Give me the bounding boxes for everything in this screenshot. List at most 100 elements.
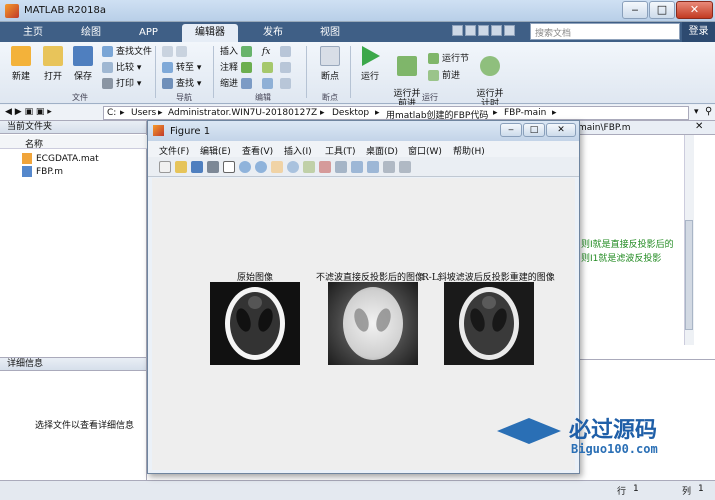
details-panel: 详细信息 选择文件以查看详细信息	[0, 357, 147, 480]
indent-button[interactable]: 缩进	[220, 77, 255, 91]
run-icon	[362, 46, 380, 66]
open-folder-icon[interactable]	[174, 161, 187, 173]
advance-button[interactable]: 前进	[428, 69, 460, 83]
watermark-url: Biguo100.com	[571, 442, 658, 456]
compare-button[interactable]: 比较 ▾	[102, 61, 141, 75]
edit-tool-icon[interactable]	[280, 61, 294, 75]
cut-icon[interactable]	[465, 25, 476, 36]
nav-back-forward-icons[interactable]: ◀ ▶ ▣ ▣ ▸	[5, 107, 52, 117]
save-button[interactable]: 保存	[68, 46, 98, 82]
tab-plots[interactable]: 绘图	[68, 24, 114, 42]
tab-publish[interactable]: 发布	[250, 24, 296, 42]
breakpoints-button[interactable]: 断点	[312, 46, 348, 82]
close-icon[interactable]: ✕	[695, 121, 703, 132]
undo-icon[interactable]	[504, 25, 515, 36]
menu-file[interactable]: 文件(F)	[159, 144, 189, 157]
scrollbar-thumb[interactable]	[685, 220, 693, 330]
pan-hand-icon[interactable]	[270, 161, 283, 173]
editor-tab[interactable]: main\FBP.m ✕	[560, 121, 715, 135]
edit-tool-icon[interactable]	[280, 45, 294, 59]
brush-icon[interactable]	[318, 161, 331, 173]
comment-button[interactable]: 注释	[220, 61, 255, 75]
open-button[interactable]: 打开	[38, 46, 68, 82]
maximize-button[interactable]: □	[649, 1, 675, 19]
new-button[interactable]: 新建	[6, 46, 36, 82]
tab-home[interactable]: 主页	[10, 24, 56, 42]
figure-close-button[interactable]: ✕	[546, 123, 576, 137]
minimize-button[interactable]: ‒	[622, 1, 648, 19]
outdent-icon[interactable]	[262, 77, 276, 91]
menu-view[interactable]: 查看(V)	[242, 144, 273, 157]
dock-icon[interactable]	[398, 161, 411, 173]
crumb-user[interactable]: Administrator.WIN7U-20180127Z	[168, 108, 317, 118]
phantom-image-original[interactable]	[210, 282, 300, 365]
figure-minimize-button[interactable]: ‒	[500, 123, 522, 137]
print-icon[interactable]	[206, 161, 219, 173]
search-docs-input[interactable]: 搜索文档	[530, 23, 680, 40]
crumb-fbp-main[interactable]: FBP-main	[504, 108, 546, 118]
edit-tool-icon[interactable]	[280, 77, 294, 91]
phantom-image-backprojection[interactable]	[328, 282, 418, 365]
watermark-logo: 必过源码 Biguo100.com	[497, 412, 697, 462]
zoom-in-icon[interactable]	[238, 161, 251, 173]
menu-insert[interactable]: 插入(I)	[284, 144, 312, 157]
fx-button[interactable]: fx	[262, 45, 270, 59]
title-bar: MATLAB R2018a ‒ □ ✕	[0, 0, 715, 22]
code-comment-line[interactable]: 则I就是直接反投影后的	[581, 237, 674, 250]
list-item[interactable]: ECGDATA.mat	[22, 153, 99, 164]
crumb-users[interactable]: Users	[131, 108, 156, 118]
cursor-icon[interactable]	[222, 161, 235, 173]
browse-folder-icon[interactable]: ⚲	[705, 106, 712, 117]
run-button[interactable]: 运行	[354, 46, 386, 82]
save-icon[interactable]	[452, 25, 463, 36]
figure-title-bar[interactable]: Figure 1 ‒ □ ✕	[148, 121, 579, 141]
col-value: 1	[698, 484, 704, 494]
column-header[interactable]: 名称	[0, 135, 147, 150]
row-value: 1	[633, 484, 639, 494]
find-files-button[interactable]: 查找文件	[102, 45, 152, 59]
path-box[interactable]: C: ▸ Users ▸ Administrator.WIN7U-2018012…	[103, 106, 689, 121]
code-comment-line[interactable]: 则I1就是滤波反投影	[581, 251, 661, 264]
menu-edit[interactable]: 编辑(E)	[200, 144, 231, 157]
panel-title: 详细信息	[0, 358, 146, 371]
tab-editor[interactable]: 编辑器	[182, 24, 238, 42]
goto-button[interactable]: 转至 ▾	[162, 61, 201, 75]
menu-window[interactable]: 窗口(W)	[408, 144, 442, 157]
legend-icon[interactable]	[366, 161, 379, 173]
paste-icon[interactable]	[491, 25, 502, 36]
nav-arrows[interactable]	[162, 45, 190, 59]
run-and-time-button[interactable]: 运行并 计时	[474, 46, 506, 109]
crumb-desktop[interactable]: Desktop	[332, 108, 369, 118]
data-cursor-icon[interactable]	[302, 161, 315, 173]
rotate-icon[interactable]	[286, 161, 299, 173]
find-button[interactable]: 查找 ▾	[162, 77, 201, 91]
menu-help[interactable]: 帮助(H)	[453, 144, 485, 157]
list-item[interactable]: FBP.m	[22, 166, 63, 177]
phantom-image-filtered[interactable]	[444, 282, 534, 365]
zoom-out-icon[interactable]	[254, 161, 267, 173]
colorbar-icon[interactable]	[350, 161, 363, 173]
login-button[interactable]: 登录	[682, 22, 715, 42]
print-button[interactable]: 打印 ▾	[102, 77, 141, 91]
menu-desktop[interactable]: 桌面(D)	[366, 144, 398, 157]
advance-icon	[428, 70, 439, 81]
tab-apps[interactable]: APP	[126, 24, 171, 42]
crumb-drive[interactable]: C:	[107, 108, 116, 118]
new-figure-icon[interactable]	[158, 161, 171, 173]
path-dropdown-icon[interactable]: ▾	[694, 107, 699, 117]
close-button[interactable]: ✕	[676, 1, 713, 19]
tab-view[interactable]: 视图	[307, 24, 353, 42]
group-label-edit: 编辑	[255, 93, 271, 102]
window-title: MATLAB R2018a	[24, 5, 107, 16]
insert-button[interactable]: 插入	[220, 45, 255, 59]
comment-icon	[240, 62, 252, 73]
percent-icon[interactable]	[262, 61, 276, 75]
compare-icon	[102, 62, 113, 73]
save-icon[interactable]	[190, 161, 203, 173]
link-icon[interactable]	[334, 161, 347, 173]
copy-icon[interactable]	[478, 25, 489, 36]
figure-maximize-button[interactable]: □	[523, 123, 545, 137]
hide-tools-icon[interactable]	[382, 161, 395, 173]
run-section-button[interactable]: 运行节	[428, 52, 469, 66]
menu-tools[interactable]: 工具(T)	[325, 144, 356, 157]
